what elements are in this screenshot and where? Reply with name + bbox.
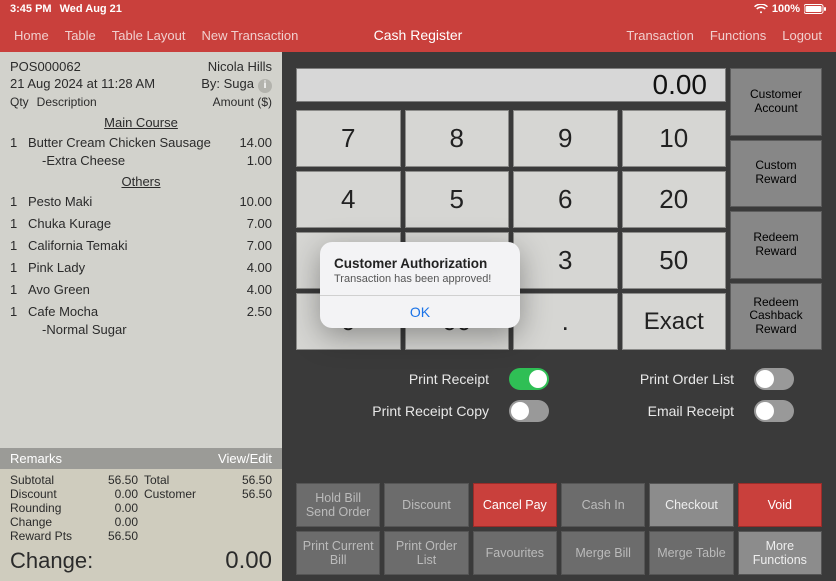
status-battery-pct: 100% xyxy=(772,3,800,15)
receipt-item-modifier: -Extra Cheese1.00 xyxy=(10,152,272,170)
change-value: 0.00 xyxy=(225,547,272,575)
nav-logout[interactable]: Logout xyxy=(782,28,822,43)
totals: Subtotal 56.50 Total 56.50 Discount 0.00 Custo… xyxy=(0,469,282,545)
func-cash-in[interactable]: Cash In xyxy=(561,483,645,527)
nav-table-layout[interactable]: Table Layout xyxy=(112,28,186,43)
status-time: 3:45 PM xyxy=(10,3,52,15)
toggle-print-receipt[interactable] xyxy=(509,368,549,390)
receipt-items[interactable]: Main Course 1Butter Cream Chicken Sausage… xyxy=(0,111,282,449)
key-8[interactable]: 8 xyxy=(405,110,510,167)
total-label: Customer xyxy=(144,487,216,501)
receipt-item[interactable]: 1Pesto Maki10.00 xyxy=(10,193,272,211)
receipt-item-modifier: -Normal Sugar xyxy=(10,321,272,339)
receipt-item[interactable]: 1Chuka Kurage7.00 xyxy=(10,215,272,233)
func-void[interactable]: Void xyxy=(738,483,822,527)
key-6[interactable]: 6 xyxy=(513,171,618,228)
side-btn-redeem-cashback-reward[interactable]: Redeem Cashback Reward xyxy=(730,283,822,351)
key-9[interactable]: 9 xyxy=(513,110,618,167)
wifi-icon xyxy=(754,4,768,14)
receipt-item[interactable]: 1Pink Lady4.00 xyxy=(10,259,272,277)
key-3[interactable]: 3 xyxy=(513,232,618,289)
receipt-by: By: Suga xyxy=(201,76,254,91)
col-qty: Qty xyxy=(10,95,29,109)
total-value: 0.00 xyxy=(88,501,138,515)
total-value: 0.00 xyxy=(88,487,138,501)
nav-transaction[interactable]: Transaction xyxy=(626,28,693,43)
func-favourites[interactable]: Favourites xyxy=(473,531,557,575)
key-.[interactable]: . xyxy=(513,293,618,350)
total-value: 56.50 xyxy=(88,473,138,487)
key-50[interactable]: 50 xyxy=(622,232,727,289)
info-icon[interactable]: i xyxy=(258,79,272,93)
func-print-order-list[interactable]: Print Order List xyxy=(384,531,468,575)
side-btn-redeem-reward[interactable]: Redeem Reward xyxy=(730,211,822,279)
col-amt: Amount ($) xyxy=(213,95,272,109)
lbl-email-receipt: Email Receipt xyxy=(569,403,734,419)
nav-bar: Home Table Table Layout New Transaction … xyxy=(0,18,836,52)
receipt-panel: POS000062 Nicola Hills 21 Aug 2024 at 11… xyxy=(0,52,282,581)
key-10[interactable]: 10 xyxy=(622,110,727,167)
modal-message: Transaction has been approved! xyxy=(334,273,506,285)
section-title: Main Course xyxy=(10,115,272,130)
func-merge-bill[interactable]: Merge Bill xyxy=(561,531,645,575)
toggle-print-order-list[interactable] xyxy=(754,368,794,390)
func-checkout[interactable]: Checkout xyxy=(649,483,733,527)
total-value: 56.50 xyxy=(222,473,272,487)
key-20[interactable]: 20 xyxy=(622,171,727,228)
side-btn-customer-account[interactable]: Customer Account xyxy=(730,68,822,136)
total-label: Discount xyxy=(10,487,82,501)
battery-icon xyxy=(804,4,826,14)
total-label: Reward Pts xyxy=(10,529,82,543)
lbl-print-receipt: Print Receipt xyxy=(324,371,489,387)
receipt-pos-id: POS000062 xyxy=(10,58,81,75)
col-desc: Description xyxy=(37,95,97,109)
func-more-functions[interactable]: More Functions xyxy=(738,531,822,575)
section-title: Others xyxy=(10,174,272,189)
lbl-print-order-list: Print Order List xyxy=(569,371,734,387)
toggle-email-receipt[interactable] xyxy=(754,400,794,422)
nav-table[interactable]: Table xyxy=(65,28,96,43)
nav-home[interactable]: Home xyxy=(14,28,49,43)
receipt-item[interactable]: 1California Temaki7.00 xyxy=(10,237,272,255)
remarks-view-edit[interactable]: View/Edit xyxy=(218,451,272,466)
status-bar: 3:45 PM Wed Aug 21 100% xyxy=(0,0,836,18)
func-merge-table[interactable]: Merge Table xyxy=(649,531,733,575)
receipt-item[interactable]: 1Avo Green4.00 xyxy=(10,281,272,299)
customer-auth-modal: Customer Authorization Transaction has b… xyxy=(320,242,520,328)
toggle-print-receipt-copy[interactable] xyxy=(509,400,549,422)
modal-ok-button[interactable]: OK xyxy=(320,295,520,328)
receipt-item[interactable]: 1Cafe Mocha2.50 xyxy=(10,303,272,321)
modal-title: Customer Authorization xyxy=(334,256,506,271)
key-5[interactable]: 5 xyxy=(405,171,510,228)
receipt-item[interactable]: 1Butter Cream Chicken Sausage14.00 xyxy=(10,134,272,152)
amount-display: 0.00 xyxy=(296,68,726,102)
receipt-datetime: 21 Aug 2024 at 11:28 AM xyxy=(10,75,155,93)
total-label: Rounding xyxy=(10,501,82,515)
total-label: Total xyxy=(144,473,216,487)
change-label: Change: xyxy=(10,548,93,574)
total-value: 56.50 xyxy=(222,487,272,501)
total-value: 56.50 xyxy=(88,529,138,543)
key-4[interactable]: 4 xyxy=(296,171,401,228)
func-discount[interactable]: Discount xyxy=(384,483,468,527)
key-Exact[interactable]: Exact xyxy=(622,293,727,350)
func-hold-bill-send-order[interactable]: Hold Bill Send Order xyxy=(296,483,380,527)
side-btn-custom-reward[interactable]: Custom Reward xyxy=(730,140,822,208)
lbl-print-receipt-copy: Print Receipt Copy xyxy=(324,403,489,419)
total-label: Subtotal xyxy=(10,473,82,487)
total-label: Change xyxy=(10,515,82,529)
receipt-customer: Nicola Hills xyxy=(208,58,272,75)
total-value: 0.00 xyxy=(88,515,138,529)
func-print-current-bill[interactable]: Print Current Bill xyxy=(296,531,380,575)
nav-functions[interactable]: Functions xyxy=(710,28,766,43)
func-cancel-pay[interactable]: Cancel Pay xyxy=(473,483,557,527)
nav-new-transaction[interactable]: New Transaction xyxy=(202,28,299,43)
status-date: Wed Aug 21 xyxy=(60,3,122,15)
key-7[interactable]: 7 xyxy=(296,110,401,167)
remarks-label: Remarks xyxy=(10,451,62,466)
